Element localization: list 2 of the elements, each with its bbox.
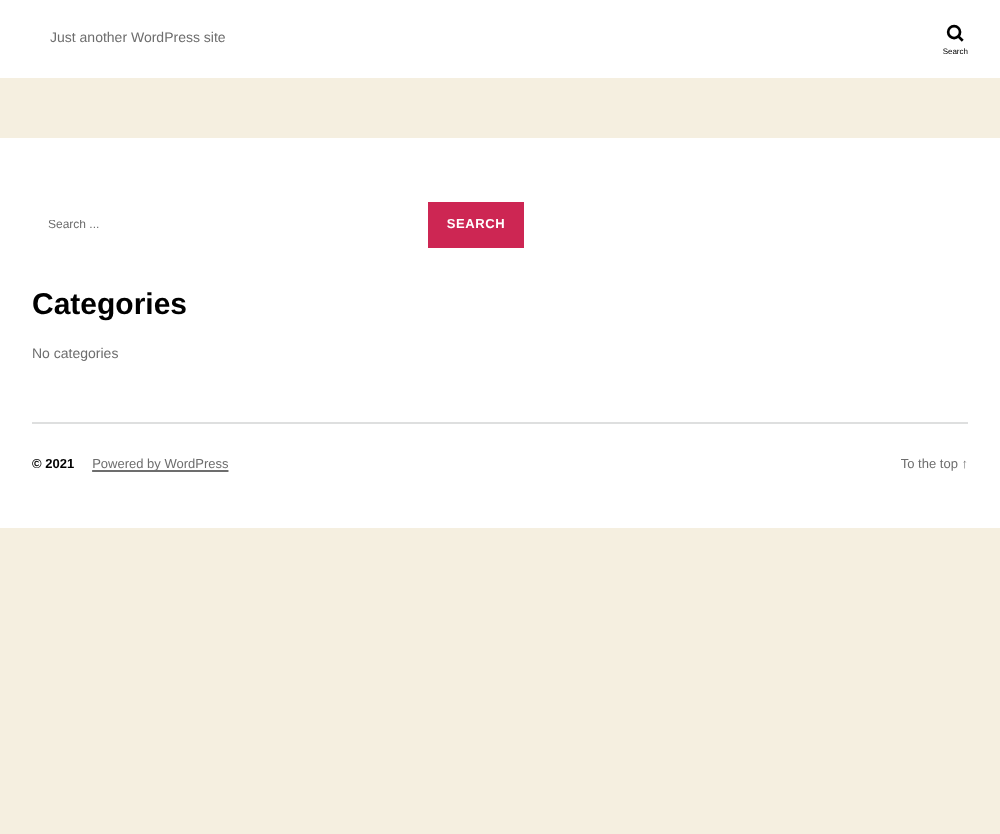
search-icon (946, 23, 965, 41)
widget-title: Categories (32, 288, 190, 324)
